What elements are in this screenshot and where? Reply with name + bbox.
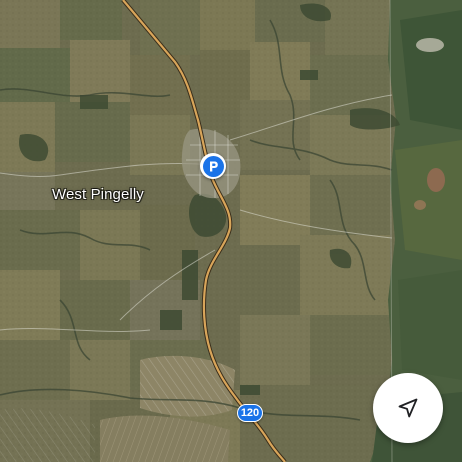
- recenter-button[interactable]: [373, 373, 443, 443]
- place-label-west-pingelly[interactable]: West Pingelly: [52, 186, 144, 203]
- parking-icon: [202, 155, 224, 177]
- map-view[interactable]: West Pingelly 120: [0, 0, 462, 462]
- route-shield[interactable]: 120: [237, 404, 263, 422]
- town-marker[interactable]: [200, 153, 226, 179]
- navigation-arrow-icon: [398, 398, 418, 418]
